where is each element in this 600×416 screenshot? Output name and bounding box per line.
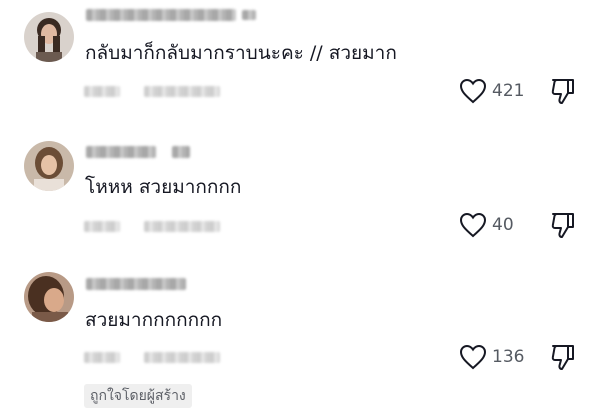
username-redacted[interactable] xyxy=(86,146,156,158)
like-count: 136 xyxy=(492,347,525,367)
like-count: 421 xyxy=(492,81,525,101)
thumbs-down-outline-icon[interactable] xyxy=(550,343,576,371)
like-button[interactable]: 421 xyxy=(459,78,524,104)
username-redacted[interactable] xyxy=(86,9,236,21)
avatar[interactable] xyxy=(24,141,74,191)
like-button[interactable]: 40 xyxy=(459,212,514,238)
comment-text: โหหห สวยมากกกก xyxy=(85,176,242,198)
like-count: 40 xyxy=(492,215,514,235)
username-redacted xyxy=(242,10,256,20)
comment-date-redacted xyxy=(84,86,120,97)
comment-date-redacted xyxy=(84,221,120,232)
comment-item: โหหห สวยมากกกก 40 xyxy=(0,130,600,260)
avatar[interactable] xyxy=(24,12,74,62)
heart-outline-icon xyxy=(459,78,487,104)
username-redacted[interactable] xyxy=(86,278,186,290)
reply-button-redacted[interactable] xyxy=(144,352,220,363)
heart-outline-icon xyxy=(459,344,487,370)
reply-button-redacted[interactable] xyxy=(144,86,220,97)
avatar[interactable] xyxy=(24,272,74,322)
reply-button-redacted[interactable] xyxy=(144,221,220,232)
like-button[interactable]: 136 xyxy=(459,344,524,370)
comment-text: สวยมากกกกกกก xyxy=(85,309,223,331)
thumbs-down-outline-icon[interactable] xyxy=(550,211,576,239)
thumbs-down-outline-icon[interactable] xyxy=(550,77,576,105)
comment-text: กลับมาก็กลับมากราบนะคะ // สวยมาก xyxy=(85,42,397,64)
creator-liked-badge: ถูกใจโดยผู้สร้าง xyxy=(84,384,192,408)
comment-date-redacted xyxy=(84,352,120,363)
comment-item: กลับมาก็กลับมากราบนะคะ // สวยมาก 421 xyxy=(0,0,600,130)
username-redacted xyxy=(172,146,190,158)
heart-outline-icon xyxy=(459,212,487,238)
